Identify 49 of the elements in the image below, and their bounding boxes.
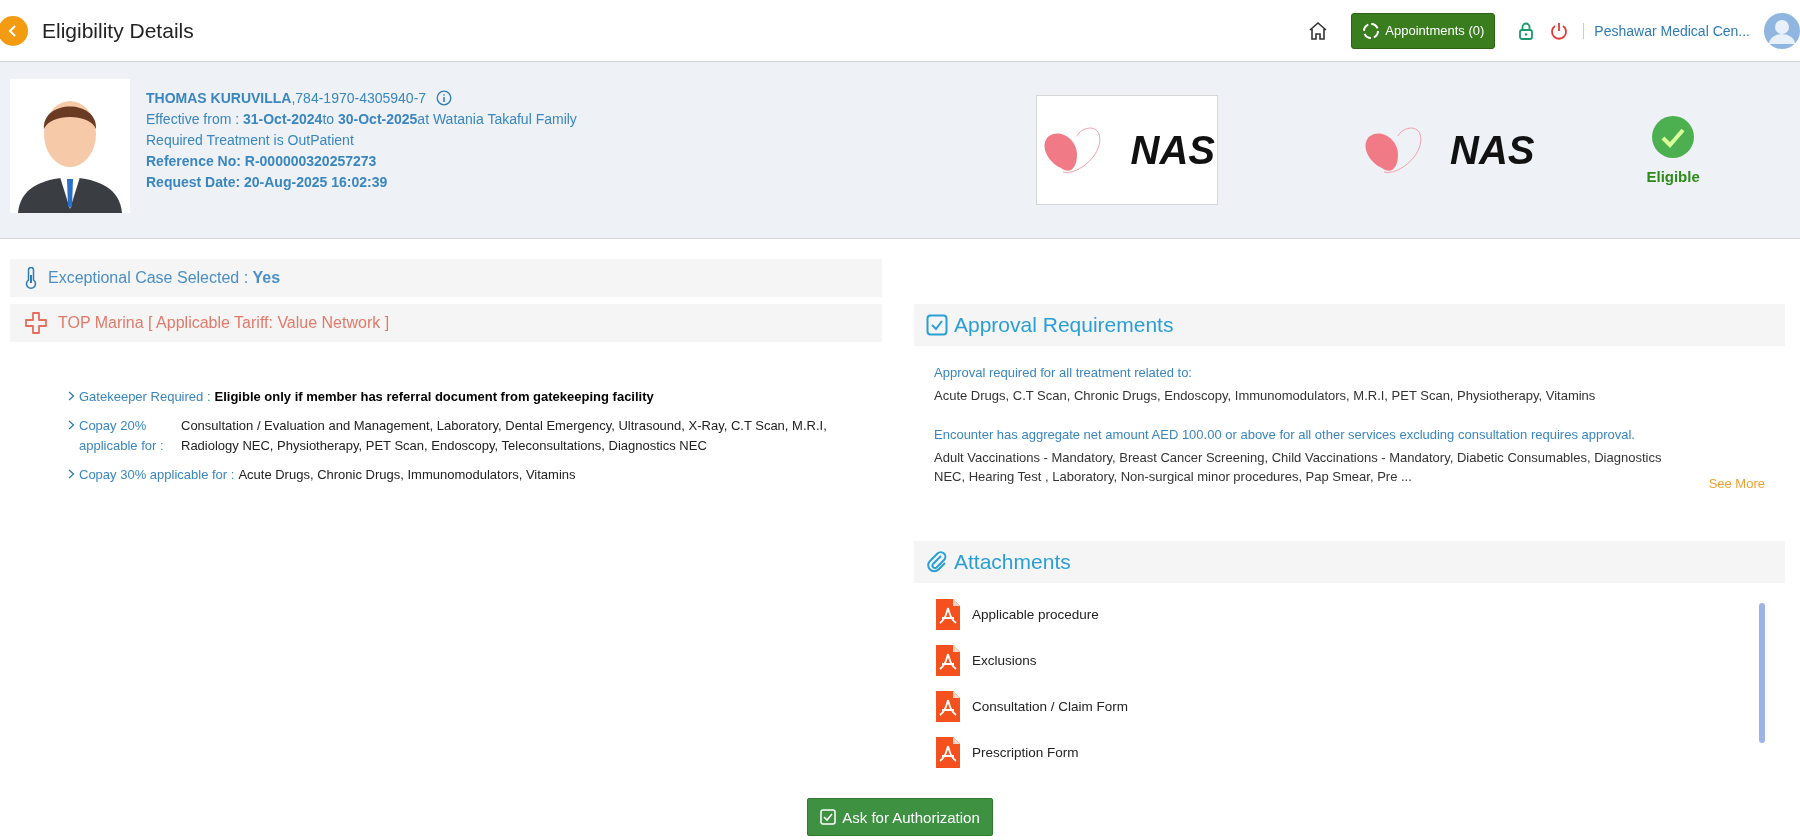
coverage-period: Effective from : 31-Oct-2024to 30-Oct-2025at Watania Takaful Family xyxy=(146,111,578,127)
logo-text: NAS xyxy=(1130,127,1215,173)
pdf-file-icon[interactable] xyxy=(936,645,960,676)
tariff-text: TOP Marina [ Applicable Tariff: Value Network ] xyxy=(58,314,390,332)
user-avatar-icon[interactable] xyxy=(1764,12,1800,49)
exceptional-case-text: Exceptional Case Selected : Yes xyxy=(48,269,281,287)
power-icon[interactable] xyxy=(1549,20,1570,41)
reference-number: Reference No: R-000000320257273 xyxy=(146,153,378,169)
member-name: THOMAS KURUVILLA,784-1970-4305940-7 xyxy=(146,90,427,106)
ask-authorization-button[interactable]: Ask for Authorization xyxy=(807,798,993,836)
attachment-link[interactable]: Consultation / Claim Form xyxy=(972,699,1129,714)
appointments-button[interactable]: Appointments (0) xyxy=(1351,12,1496,49)
back-button[interactable] xyxy=(0,15,28,46)
scrollbar[interactable] xyxy=(1759,603,1765,743)
request-date: Request Date: 20-Aug-2025 16:02:39 xyxy=(146,174,389,190)
logo-text: NAS xyxy=(1450,127,1535,173)
checkbox-icon xyxy=(820,809,837,825)
benefit-value: Consultation / Evaluation and Management, Laboratory, Dental Emergency, Ultrasound, X-Ray, C.T Scan, M.R.I, Radiology NEC, Physiotherapy, PET Scan, Endoscopy, Teleconsultations, Diagnostics NEC xyxy=(181,417,828,455)
page-title: Eligibility Details xyxy=(42,18,194,43)
benefit-value: Acute Drugs, Chronic Drugs, Immunomodulators, Vitamins xyxy=(238,466,576,484)
thermometer-icon xyxy=(24,267,38,289)
plus-cross-icon xyxy=(24,311,48,335)
benefit-label: Gatekeeper Required : xyxy=(79,388,211,406)
approval-rule: Approval required for all treatment related to: xyxy=(934,364,1193,382)
section-title: Approval Requirements xyxy=(954,313,1174,337)
lock-icon[interactable] xyxy=(1517,20,1536,41)
section-title: Attachments xyxy=(954,550,1071,574)
pdf-file-icon[interactable] xyxy=(936,691,960,722)
attachment-link[interactable]: Applicable procedure xyxy=(972,607,1099,622)
approval-rule: Encounter has aggregate net amount AED 100.00 or above for all other services excluding consultation requires approval. xyxy=(934,426,1636,444)
approval-services: Acute Drugs, C.T Scan, Chronic Drugs, Endoscopy, Immunomodulators, M.R.I, PET Scan, Physiotherapy, Vitamins xyxy=(934,387,1597,405)
ring-icon xyxy=(1362,21,1381,40)
benefit-label: Copay 30% applicable for : xyxy=(79,466,235,484)
chevron-icon xyxy=(68,420,75,430)
eligibility-status: Eligible xyxy=(1646,167,1700,185)
chevron-icon xyxy=(68,391,75,401)
benefit-label: Copay 20% applicable for : xyxy=(79,417,165,455)
treatment-type: Required Treatment is OutPatient xyxy=(146,132,355,148)
pdf-file-icon[interactable] xyxy=(936,737,960,768)
info-icon[interactable] xyxy=(436,90,453,106)
facility-link[interactable]: Peshawar Medical Cen... xyxy=(1583,22,1750,39)
pdf-file-icon[interactable] xyxy=(936,599,960,630)
benefit-value: Eligible only if member has referral document from gatekeeping facility xyxy=(214,388,654,406)
chevron-icon xyxy=(68,469,75,479)
checkbox-icon xyxy=(926,314,948,336)
attachment-link[interactable]: Prescription Form xyxy=(972,745,1079,760)
paperclip-icon xyxy=(926,550,948,574)
attachment-link[interactable]: Exclusions xyxy=(972,653,1037,668)
approval-services: Adult Vaccinations - Mandatory, Breast Cancer Screening, Child Vaccinations - Mandatory, Diabetic Consumables, Diagnostics NEC, Hearing Test , Laboratory, Non-surgical minor procedures, Pap Smear, Pre ... xyxy=(934,449,1663,486)
